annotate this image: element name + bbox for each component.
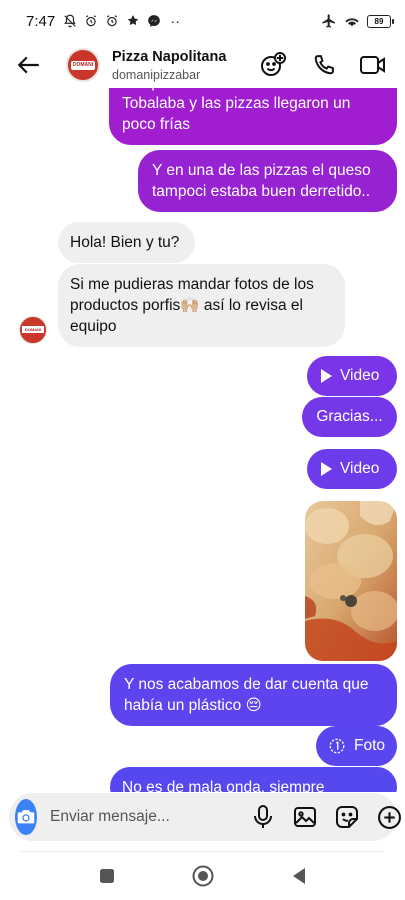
photo-message[interactable]: [305, 501, 397, 661]
message-bubble[interactable]: No es de mala onda, siempre: [110, 767, 397, 792]
contact-avatar-small[interactable]: DOMANI: [19, 316, 47, 344]
sticker-icon[interactable]: [334, 804, 360, 830]
view-once-icon: [329, 738, 345, 754]
system-navbar: [0, 858, 405, 894]
microphone-icon[interactable]: [250, 804, 276, 830]
message-bubble[interactable]: Si me pudieras mandar fotos de los produ…: [58, 264, 345, 347]
nav-divider: [20, 851, 385, 852]
contact-handle: domanipizzabar: [112, 67, 201, 82]
photo-label: Foto: [353, 737, 385, 754]
alarm-icon: [104, 13, 120, 29]
airplane-icon: [321, 13, 337, 29]
status-bar: 7:47 ·· 89: [0, 0, 405, 42]
status-left: 7:47 ··: [26, 13, 183, 30]
message-bubble[interactable]: Gracias...: [302, 397, 397, 437]
avatar-logo-text: DOMANI: [71, 61, 95, 70]
contact-info[interactable]: Pizza Napolitana domanipizzabar: [112, 49, 226, 82]
more-dots-icon: ··: [170, 13, 180, 29]
status-time: 7:47: [26, 12, 56, 30]
back-arrow-icon[interactable]: [14, 50, 44, 80]
recents-square-icon[interactable]: [94, 863, 120, 889]
chat-header: DOMANI Pizza Napolitana domanipizzabar: [0, 42, 405, 88]
contact-avatar[interactable]: DOMANI: [66, 48, 100, 82]
gallery-icon[interactable]: [292, 804, 318, 830]
avatar-logo-text: DOMANI: [22, 326, 44, 333]
back-triangle-icon[interactable]: [286, 863, 312, 889]
composer-actions: [250, 804, 402, 830]
mute-bell-icon: [62, 13, 78, 29]
message-bubble[interactable]: dos pizzas a domicilio en el local de To…: [109, 88, 397, 145]
phone-icon[interactable]: [309, 51, 337, 79]
video-call-icon[interactable]: [359, 51, 387, 79]
alarm-icon: [83, 13, 99, 29]
play-icon: [321, 369, 332, 383]
add-icon[interactable]: [376, 804, 402, 830]
notification-icon: [125, 13, 141, 29]
video-message[interactable]: Video: [307, 356, 397, 396]
header-actions: [259, 51, 405, 79]
pizza-photo: [305, 501, 397, 661]
status-right: 89: [321, 13, 394, 29]
wifi-icon: [344, 13, 360, 29]
message-composer: [9, 793, 401, 841]
home-circle-icon[interactable]: [190, 863, 216, 889]
message-bubble[interactable]: Y en una de las pizzas el queso tampoci …: [138, 150, 397, 212]
contact-name: Pizza Napolitana: [112, 48, 227, 65]
camera-icon[interactable]: [15, 799, 37, 835]
battery-icon: 89: [367, 14, 394, 28]
message-list[interactable]: dos pizzas a domicilio en el local de To…: [0, 88, 405, 792]
message-bubble[interactable]: Hola! Bien y tu?: [58, 222, 195, 263]
view-once-photo[interactable]: Foto: [316, 726, 397, 766]
video-message[interactable]: Video: [307, 449, 397, 489]
video-label: Video: [340, 460, 380, 477]
messenger-icon: [146, 13, 162, 29]
message-text: Gracias...: [316, 408, 383, 425]
add-emoji-icon[interactable]: [259, 51, 287, 79]
message-bubble[interactable]: Y nos acabamos de dar cuenta que había u…: [110, 664, 397, 726]
video-label: Video: [340, 367, 380, 384]
message-input[interactable]: [50, 808, 250, 826]
play-icon: [321, 462, 332, 476]
